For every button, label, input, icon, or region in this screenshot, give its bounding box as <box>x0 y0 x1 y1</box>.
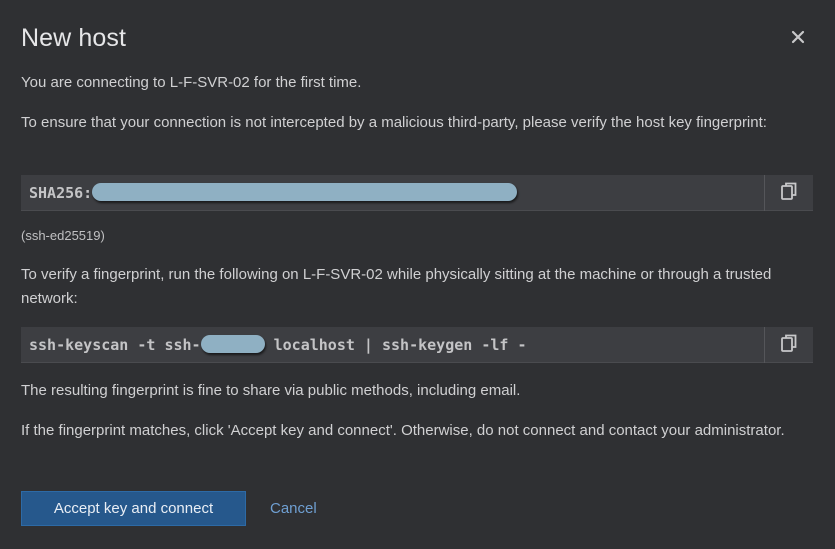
copy-icon <box>781 182 797 205</box>
key-type: (ssh-ed25519) <box>21 228 105 243</box>
command-prefix: ssh-keyscan -t ssh- <box>29 336 201 354</box>
fingerprint-box: SHA256: <box>21 175 813 211</box>
copy-fingerprint-button[interactable] <box>765 175 813 211</box>
command-value: ssh-keyscan -t ssh- localhost | ssh-keyg… <box>29 327 527 363</box>
close-icon[interactable] <box>791 30 805 44</box>
redacted-fingerprint <box>92 182 518 201</box>
redacted-key-type <box>200 334 265 353</box>
command-suffix: localhost | ssh-keygen -lf - <box>264 336 527 354</box>
ensure-text: To ensure that your connection is not in… <box>21 114 767 131</box>
fingerprint-value: SHA256: <box>29 175 518 211</box>
fingerprint-prefix: SHA256: <box>29 184 93 202</box>
intro-text: You are connecting to L-F-SVR-02 for the… <box>21 74 362 91</box>
copy-command-button[interactable] <box>765 327 813 363</box>
share-note: The resulting fingerprint is fine to sha… <box>21 382 521 399</box>
verify-instructions: To verify a fingerprint, run the followi… <box>21 266 772 307</box>
command-box: ssh-keyscan -t ssh- localhost | ssh-keyg… <box>21 327 813 363</box>
new-host-dialog: New host You are connecting to L-F-SVR-0… <box>0 0 835 549</box>
accept-key-button[interactable]: Accept key and connect <box>21 491 246 526</box>
dialog-title: New host <box>21 24 127 52</box>
cancel-button[interactable]: Cancel <box>270 491 317 526</box>
copy-icon <box>781 334 797 357</box>
match-note: If the fingerprint matches, click 'Accep… <box>21 422 785 439</box>
